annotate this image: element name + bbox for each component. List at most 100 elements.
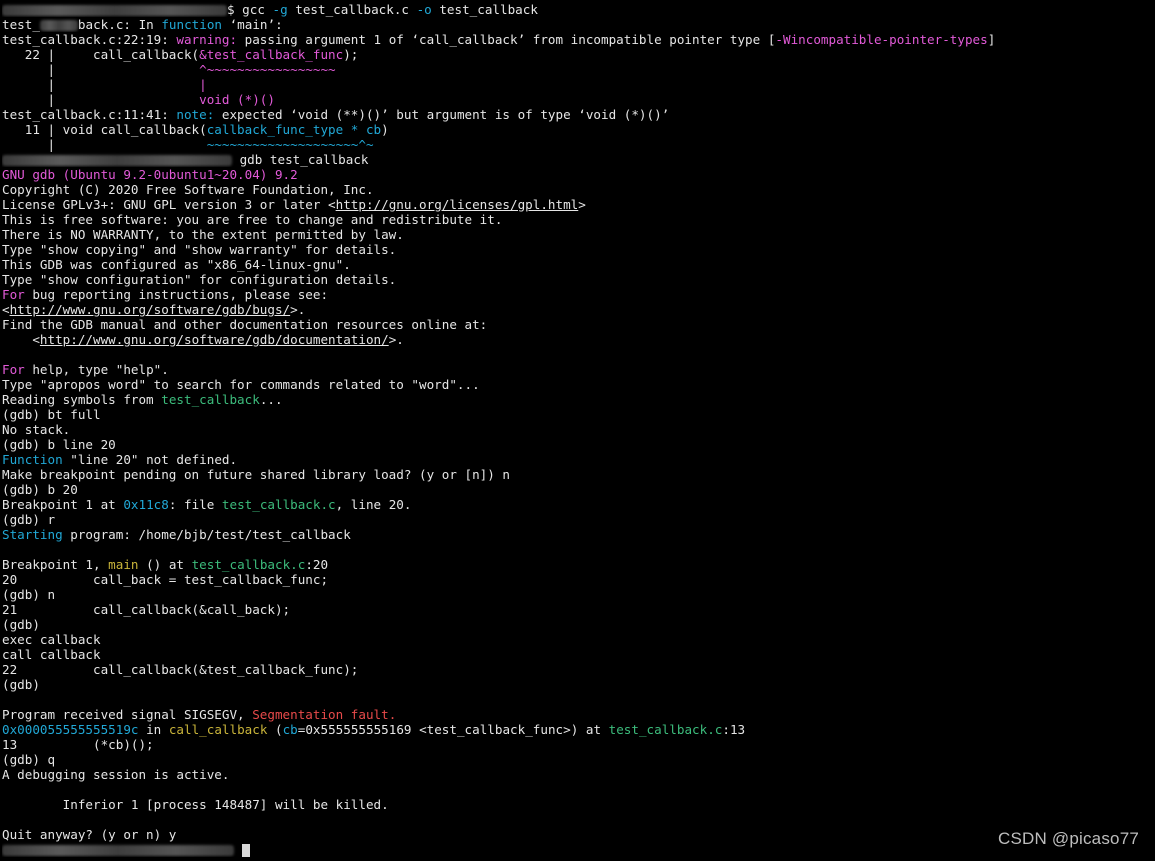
terminal-text: 21 call_callback(&call_back); xyxy=(2,602,291,617)
terminal-line: Function "line 20" not defined. xyxy=(2,452,1155,467)
terminal-text: (gdb) xyxy=(2,617,40,632)
terminal-text: ~~~~~~~~~~~~~~~~~~~~^~ xyxy=(206,137,374,152)
terminal-text: Find the GDB manual and other documentat… xyxy=(2,317,488,332)
terminal-text: passing argument 1 of ‘call_callback’ fr… xyxy=(237,32,768,47)
terminal-window[interactable]: $ gcc -g test_callback.c -o test_callbac… xyxy=(0,0,1155,861)
terminal-line: (gdb) r xyxy=(2,512,1155,527)
redacted-text xyxy=(2,845,234,856)
terminal-text: Breakpoint 1 at xyxy=(2,497,124,512)
terminal-line: GNU gdb (Ubuntu 9.2-0ubuntu1~20.04) 9.2 xyxy=(2,167,1155,182)
terminal-line: Breakpoint 1, main () at test_callback.c… xyxy=(2,557,1155,572)
terminal-text: >. xyxy=(388,332,404,347)
terminal-text: &test_callback_func xyxy=(199,47,344,62)
terminal-text: | xyxy=(2,62,200,77)
terminal-text: | xyxy=(2,92,200,107)
terminal-line: 21 call_callback(&call_back); xyxy=(2,602,1155,617)
terminal-link[interactable]: http://gnu.org/licenses/gpl.html xyxy=(336,197,579,212)
terminal-line: (gdb) bt full xyxy=(2,407,1155,422)
terminal-text: call callback xyxy=(2,647,101,662)
terminal-text: back.c: In xyxy=(77,17,162,32)
terminal-line: test_callback.c:11:41: note: expected ‘v… xyxy=(2,107,1155,122)
terminal-line: Type "apropos word" to search for comman… xyxy=(2,377,1155,392)
terminal-text: 0x000055555555519c xyxy=(2,722,139,737)
terminal-text: GNU gdb (Ubuntu 9.2-0ubuntu1~20.04) 9.2 xyxy=(2,167,298,182)
terminal-line: A debugging session is active. xyxy=(2,767,1155,782)
terminal-line: (gdb) b 20 xyxy=(2,482,1155,497)
terminal-text: -o xyxy=(416,2,432,17)
terminal-line: test_callback.c:22:19: warning: passing … xyxy=(2,32,1155,47)
terminal-text: This is free software: you are free to c… xyxy=(2,212,503,227)
terminal-text: exec callback xyxy=(2,632,101,647)
terminal-line: This GDB was configured as "x86_64-linux… xyxy=(2,257,1155,272)
terminal-text: Type "show configuration" for configurat… xyxy=(2,272,397,287)
terminal-text: cb xyxy=(282,722,298,737)
terminal-text: Copyright (C) 2020 Free Software Foundat… xyxy=(2,182,374,197)
terminal-text: test_callback xyxy=(431,2,538,17)
terminal-text: This GDB was configured as "x86_64-linux… xyxy=(2,257,351,272)
terminal-line xyxy=(2,842,1155,857)
terminal-text: (gdb) xyxy=(2,677,40,692)
terminal-text: For xyxy=(2,362,25,377)
terminal-text: help, type "help". xyxy=(24,362,169,377)
terminal-text: Reading symbols from xyxy=(2,392,162,407)
terminal-line: <http://www.gnu.org/software/gdb/documen… xyxy=(2,332,1155,347)
terminal-line: Type "show configuration" for configurat… xyxy=(2,272,1155,287)
terminal-text: () at xyxy=(138,557,192,572)
terminal-text: For xyxy=(2,287,25,302)
terminal-text: =0x555555555169 <test_callback_func>) at xyxy=(297,722,609,737)
terminal-line: Make breakpoint pending on future shared… xyxy=(2,467,1155,482)
terminal-line: For bug reporting instructions, please s… xyxy=(2,287,1155,302)
terminal-line: | ~~~~~~~~~~~~~~~~~~~~^~ xyxy=(2,137,1155,152)
terminal-text: Type "show copying" and "show warranty" … xyxy=(2,242,397,257)
terminal-text: < xyxy=(2,332,40,347)
terminal-line: 22 | call_callback(&test_callback_func); xyxy=(2,47,1155,62)
terminal-text: 22 call_callback(&test_callback_func); xyxy=(2,662,359,677)
terminal-text: : file xyxy=(168,497,222,512)
terminal-line: exec callback xyxy=(2,632,1155,647)
terminal-text: (gdb) r xyxy=(2,512,56,527)
redacted-text xyxy=(39,20,78,31)
terminal-line: Copyright (C) 2020 Free Software Foundat… xyxy=(2,182,1155,197)
terminal-text: gdb test_callback xyxy=(232,152,369,167)
terminal-text: Program received signal SIGSEGV, xyxy=(2,707,253,722)
terminal-text: (gdb) q xyxy=(2,752,56,767)
terminal-line: Reading symbols from test_callback... xyxy=(2,392,1155,407)
terminal-text: License GPLv3+: GNU GPL version 3 or lat… xyxy=(2,197,336,212)
terminal-text: test_callback.c xyxy=(287,2,417,17)
terminal-text: test_callback xyxy=(161,392,260,407)
terminal-line: 20 call_back = test_callback_func; xyxy=(2,572,1155,587)
terminal-line: <http://www.gnu.org/software/gdb/bugs/>. xyxy=(2,302,1155,317)
terminal-text: Segmentation fault. xyxy=(252,707,397,722)
terminal-link[interactable]: http://www.gnu.org/software/gdb/bugs/ xyxy=(10,302,291,317)
terminal-text: function xyxy=(161,17,222,32)
terminal-text: test_ xyxy=(2,17,40,32)
terminal-text: , line 20. xyxy=(335,497,412,512)
terminal-line: | void (*)() xyxy=(2,92,1155,107)
terminal-text: in xyxy=(138,722,169,737)
terminal-text: test_callback.c xyxy=(191,557,306,572)
terminal-text: "line 20" not defined. xyxy=(62,452,238,467)
terminal-line: (gdb) xyxy=(2,617,1155,632)
terminal-line: Breakpoint 1 at 0x11c8: file test_callba… xyxy=(2,497,1155,512)
terminal-text: $ gcc xyxy=(227,2,273,17)
terminal-text: -g xyxy=(272,2,288,17)
terminal-text: test_callback.c xyxy=(608,722,723,737)
terminal-text: (gdb) b line 20 xyxy=(2,437,116,452)
terminal-text: 20 call_back = test_callback_func; xyxy=(2,572,329,587)
terminal-text: Breakpoint 1, xyxy=(2,557,109,572)
terminal-text: ^~~~~~~~~~~~~~~~~~ xyxy=(199,62,336,77)
terminal-text: There is NO WARRANTY, to the extent perm… xyxy=(2,227,404,242)
terminal-text: Inferior 1 [process 148487] will be kill… xyxy=(2,797,389,812)
terminal-line: 11 | void call_callback(callback_func_ty… xyxy=(2,122,1155,137)
terminal-link[interactable]: http://www.gnu.org/software/gdb/document… xyxy=(40,332,389,347)
terminal-line: call callback xyxy=(2,647,1155,662)
terminal-text: ( xyxy=(267,722,283,737)
terminal-text: 11 | void call_callback( xyxy=(2,122,207,137)
terminal-text: ] xyxy=(987,32,996,47)
terminal-text: Function xyxy=(2,452,63,467)
terminal-line: | | xyxy=(2,77,1155,92)
terminal-line: 13 (*cb)(); xyxy=(2,737,1155,752)
